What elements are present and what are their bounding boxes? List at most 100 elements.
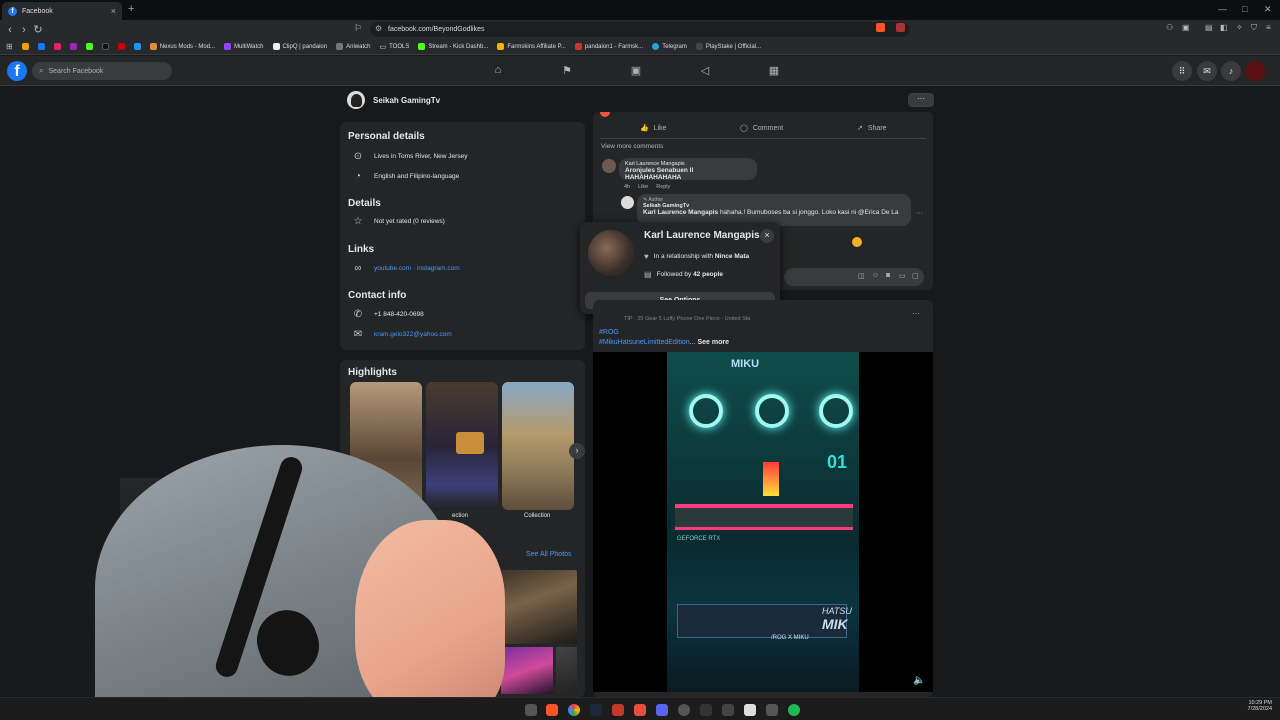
gmail-bookmark-icon[interactable] bbox=[21, 43, 29, 50]
hashtag-miku[interactable]: #MikuHatsuneLimittedEdition bbox=[599, 339, 690, 346]
back-icon[interactable]: ‹ bbox=[3, 24, 17, 36]
taskbar-app-2-icon[interactable] bbox=[634, 704, 646, 716]
facebook-bookmark-icon[interactable] bbox=[37, 43, 45, 50]
kick-bookmark-icon[interactable] bbox=[85, 43, 93, 50]
taskbar-discord-icon[interactable] bbox=[656, 704, 668, 716]
see-more-link[interactable]: See more bbox=[697, 339, 729, 346]
events-calendar-icon[interactable]: ▦ bbox=[767, 64, 781, 78]
red-bookmark-icon[interactable] bbox=[117, 43, 125, 50]
bookmark-farmskins-affiliate[interactable]: Farmskins Affiliate P... bbox=[497, 43, 566, 50]
photo-thumb-2[interactable] bbox=[501, 647, 553, 694]
comment-1-reply[interactable]: Reply bbox=[656, 184, 670, 190]
reply-avatar[interactable] bbox=[621, 196, 634, 209]
reply-mention[interactable]: Karl Laurence Mangapis bbox=[643, 209, 718, 216]
purple-bookmark-icon[interactable] bbox=[69, 43, 77, 50]
taskbar-app-icon[interactable] bbox=[612, 704, 624, 716]
mute-icon[interactable]: 🔈 bbox=[913, 675, 925, 686]
taskbar-app-5-icon[interactable] bbox=[744, 704, 756, 716]
sidebar-icon[interactable]: ▣ bbox=[1182, 23, 1190, 32]
tab-facebook[interactable]: f Facebook × bbox=[2, 2, 122, 20]
facebook-logo-icon[interactable]: f bbox=[7, 61, 27, 81]
bookmark-kick-dashboard[interactable]: Stream - Kick Dashb... bbox=[418, 43, 488, 50]
close-window-button[interactable]: ✕ bbox=[1264, 4, 1272, 15]
taskbar-chrome-icon[interactable] bbox=[568, 704, 580, 716]
hover-avatar[interactable] bbox=[588, 230, 634, 276]
forward-icon[interactable]: › bbox=[17, 24, 31, 36]
view-more-comments-link[interactable]: View more comments bbox=[601, 143, 663, 150]
bookmark-pandaion-farmskins[interactable]: pandaion1 - Farmsk... bbox=[574, 43, 643, 50]
maximize-button[interactable]: □ bbox=[1242, 4, 1247, 14]
camera-icon[interactable]: ◙ bbox=[886, 272, 890, 279]
apps-grid-icon[interactable]: ⊞ bbox=[6, 42, 13, 51]
taskbar-app-6-icon[interactable] bbox=[766, 704, 778, 716]
video-icon[interactable]: ▣ bbox=[629, 64, 643, 78]
taskbar-spotify-icon[interactable] bbox=[788, 704, 800, 716]
bookmark-clipq[interactable]: ClipQ | pandaion bbox=[272, 43, 327, 50]
new-tab-button[interactable]: + bbox=[128, 3, 134, 15]
bookmark-icon[interactable]: ⚐ bbox=[354, 23, 362, 34]
bookmark-tools-folder[interactable]: ▭ TOOLS bbox=[379, 43, 409, 51]
sticker-2-icon[interactable]: ▢ bbox=[912, 272, 919, 280]
profile-avatar[interactable] bbox=[347, 91, 365, 109]
comment-button[interactable]: ◯ Comment bbox=[740, 124, 783, 133]
photo-thumb-3[interactable] bbox=[556, 647, 577, 694]
hover-close-button[interactable]: × bbox=[760, 229, 774, 243]
write-comment-input[interactable]: ◫ ☺ ◙ ▭ ▢ bbox=[784, 268, 924, 286]
share-button[interactable]: ↗ Share bbox=[857, 124, 887, 133]
links-text[interactable]: youtube.com · instagram.com bbox=[374, 265, 460, 272]
see-all-photos-link[interactable]: See All Photos bbox=[526, 551, 572, 558]
pink-bookmark-icon[interactable] bbox=[53, 43, 61, 50]
highlights-next-arrow-icon[interactable]: › bbox=[569, 443, 585, 459]
notifications-bell-icon[interactable]: ♪ bbox=[1221, 61, 1241, 81]
tiktok-bookmark-icon[interactable] bbox=[101, 43, 109, 50]
url-field[interactable]: ⚙ facebook.com/BeyondGodlikes bbox=[370, 22, 910, 37]
account-avatar[interactable] bbox=[1245, 61, 1265, 81]
profile-more-button[interactable]: ··· bbox=[908, 93, 934, 107]
home-icon[interactable]: ⌂ bbox=[491, 64, 505, 78]
reading-list-icon[interactable]: ▤ bbox=[1205, 23, 1213, 32]
ads-megaphone-icon[interactable]: ◁ bbox=[698, 64, 712, 78]
relationship-partner[interactable]: Nince Mata bbox=[715, 253, 749, 260]
highlight-2[interactable] bbox=[426, 382, 498, 510]
emoji-icon[interactable]: ☺ bbox=[872, 272, 879, 279]
hover-name[interactable]: Karl Laurence Mangapis bbox=[644, 230, 760, 241]
followed-count[interactable]: 42 people bbox=[693, 271, 723, 278]
menu-icon[interactable]: ≡ bbox=[1266, 23, 1271, 32]
email-link[interactable]: kram.gelo322@yahoo.com bbox=[374, 331, 452, 338]
tab-close-icon[interactable]: × bbox=[111, 6, 116, 16]
gif-icon[interactable]: ▭ bbox=[899, 272, 906, 280]
minimize-button[interactable]: — bbox=[1218, 4, 1227, 14]
post-2-more-button[interactable]: ··· bbox=[912, 309, 920, 318]
taskbar-files-icon[interactable] bbox=[525, 704, 537, 716]
video-player[interactable]: MIKU 01 GEFORCE RTX HATSU MIK /ROG X MIK… bbox=[593, 352, 933, 692]
menu-grid-icon[interactable]: ⠿ bbox=[1172, 61, 1192, 81]
taskbar-steam-icon[interactable] bbox=[590, 704, 602, 716]
bookmark-playstake[interactable]: PlayStake | Official... bbox=[695, 43, 761, 50]
hashtag-rog[interactable]: #ROG bbox=[599, 329, 619, 336]
leo-ai-icon[interactable]: ✧ bbox=[1236, 23, 1243, 32]
taskbar-clock[interactable]: 10:29 PM 7/28/2024 bbox=[1238, 700, 1272, 712]
taskbar-app-4-icon[interactable] bbox=[722, 704, 734, 716]
profile-name[interactable]: Seikah GamingTv bbox=[373, 96, 440, 105]
vpn-icon[interactable]: ⛉ bbox=[1251, 23, 1257, 33]
highlight-3[interactable] bbox=[502, 382, 574, 510]
comment-1-like[interactable]: Like bbox=[638, 184, 648, 190]
taskbar-brave-icon[interactable] bbox=[546, 704, 558, 716]
reply-more-button[interactable]: ··· bbox=[916, 210, 923, 217]
taskbar-obs-icon[interactable] bbox=[678, 704, 690, 716]
search-input[interactable]: ⌕ Search Facebook bbox=[32, 62, 172, 80]
sticker-icon[interactable]: ◫ bbox=[858, 272, 865, 280]
photo-thumb-1[interactable] bbox=[501, 570, 577, 644]
wallet-icon[interactable]: ◧ bbox=[1220, 23, 1228, 32]
pages-flag-icon[interactable]: ⚑ bbox=[560, 64, 574, 78]
site-info-icon[interactable]: ⚙ bbox=[375, 24, 382, 33]
commenter-avatar[interactable] bbox=[602, 159, 616, 173]
taskbar-app-3-icon[interactable] bbox=[700, 704, 712, 716]
reload-icon[interactable]: ↻ bbox=[31, 23, 45, 36]
like-button[interactable]: 👍 Like bbox=[640, 124, 667, 133]
brave-shield-icon[interactable] bbox=[876, 23, 885, 32]
extensions-icon[interactable]: ⚇ bbox=[1166, 23, 1173, 32]
messenger-icon[interactable]: ✉ bbox=[1197, 61, 1217, 81]
bookmark-aniwatch[interactable]: Aniwatch bbox=[336, 43, 370, 50]
brave-rewards-icon[interactable] bbox=[896, 23, 905, 32]
